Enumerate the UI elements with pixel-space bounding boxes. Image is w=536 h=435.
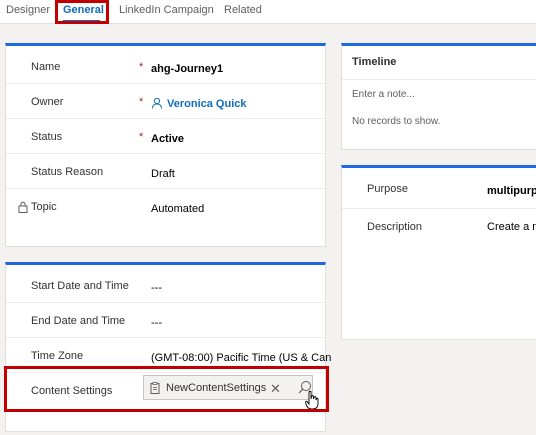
start-date-label: Start Date and Time — [31, 280, 129, 292]
purpose-row: Purpose multipurpo — [342, 171, 536, 209]
purpose-value[interactable]: multipurpo — [487, 185, 536, 197]
purpose-label: Purpose — [367, 183, 408, 195]
note-input[interactable]: Enter a note... — [352, 89, 415, 100]
status-label: Status — [31, 131, 63, 143]
general-tab-highlight — [55, 0, 109, 24]
owner-link[interactable]: Veronica Quick — [167, 98, 246, 110]
tab-designer[interactable]: Designer — [6, 4, 50, 16]
topic-row: Topic Automated — [6, 189, 325, 224]
content-settings-highlight — [4, 366, 329, 412]
general-section: Name * ahg-Journey1 Owner * Veronica Qui… — [5, 43, 326, 247]
required-mark: * — [139, 131, 144, 143]
owner-label: Owner — [31, 96, 64, 108]
topic-value: Automated — [151, 203, 205, 215]
divider — [342, 79, 536, 80]
status-row: Status * Active — [6, 119, 325, 154]
description-label: Description — [367, 221, 423, 233]
details-section: Purpose multipurpo Description Create a … — [341, 165, 536, 340]
timeline-section: Timeline Enter a note... No records to s… — [341, 43, 536, 150]
time-zone-value[interactable]: (GMT-08:00) Pacific Time (US & Can — [151, 352, 331, 364]
end-date-label: End Date and Time — [31, 315, 126, 327]
name-value[interactable]: ahg-Journey1 — [151, 63, 223, 75]
owner-row: Owner * Veronica Quick — [6, 84, 325, 119]
tab-linkedin-campaign[interactable]: LinkedIn Campaign — [119, 4, 214, 16]
status-reason-row: Status Reason Draft — [6, 154, 325, 189]
timeline-title: Timeline — [352, 56, 397, 68]
name-label: Name — [31, 61, 61, 73]
end-date-row: End Date and Time --- — [6, 303, 325, 338]
user-icon — [152, 97, 162, 109]
end-date-value[interactable]: --- — [151, 317, 162, 329]
topic-label: Topic — [31, 201, 57, 213]
time-zone-label: Time Zone — [31, 350, 84, 362]
required-mark: * — [139, 61, 144, 73]
lock-icon — [18, 201, 28, 213]
name-row: Name * ahg-Journey1 — [6, 49, 325, 84]
timeline-empty-message: No records to show. — [352, 116, 441, 127]
status-reason-label: Status Reason — [31, 166, 104, 178]
description-value[interactable]: Create a ne — [487, 221, 536, 233]
start-date-row: Start Date and Time --- — [6, 268, 325, 303]
description-row: Description Create a ne — [342, 209, 536, 244]
tab-related[interactable]: Related — [224, 4, 262, 16]
start-date-value[interactable]: --- — [151, 282, 162, 294]
status-reason-value[interactable]: Draft — [151, 168, 175, 180]
status-value[interactable]: Active — [151, 133, 184, 145]
required-mark: * — [139, 96, 144, 108]
